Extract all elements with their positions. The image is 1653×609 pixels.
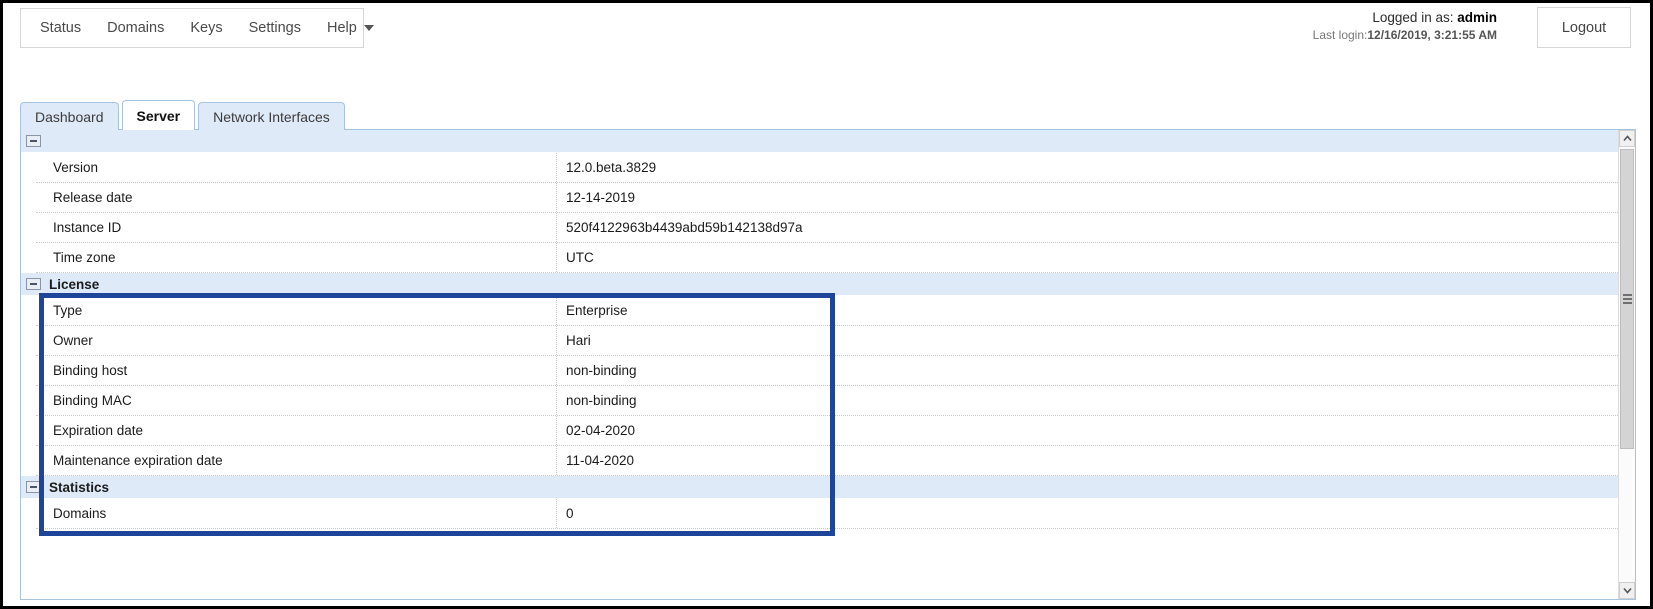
last-login-prefix: Last login: (1312, 28, 1368, 43)
logout-button[interactable]: Logout (1537, 7, 1631, 48)
tab-label: Network Interfaces (213, 108, 330, 125)
table-row[interactable]: Owner Hari (36, 326, 1618, 356)
table-row[interactable]: Release date 12-14-2019 (36, 183, 1618, 213)
menu-item-label: Settings (248, 20, 301, 36)
tab-label: Dashboard (35, 108, 104, 125)
group-title: Statistics (49, 479, 110, 495)
tab-label: Server (136, 107, 181, 124)
row-label: Time zone (36, 243, 557, 272)
row-label: Expiration date (36, 416, 557, 445)
table-row[interactable]: Domains 0 (36, 499, 1618, 529)
table-row[interactable]: Maintenance expiration date 11-04-2020 (36, 446, 1618, 476)
menu-item-help[interactable]: Help (314, 14, 387, 42)
row-value: UTC (566, 250, 594, 265)
table-row[interactable]: Type Enterprise (36, 296, 1618, 326)
minus-box-icon[interactable] (26, 135, 41, 147)
table-row[interactable]: Expiration date 02-04-2020 (36, 416, 1618, 446)
app-window: Status Domains Keys Settings Help Logged… (0, 0, 1653, 609)
menu-item-label: Status (40, 20, 82, 36)
vertical-scrollbar[interactable] (1618, 130, 1635, 599)
group-header-general[interactable] (21, 130, 1618, 153)
tab-network-interfaces[interactable]: Network Interfaces (198, 102, 345, 130)
row-label: Release date (36, 183, 557, 212)
tab-server[interactable]: Server (121, 100, 196, 130)
main-menu-bar: Status Domains Keys Settings Help (20, 8, 374, 48)
server-info-panel: Version 12.0.beta.3829 Release date 12-1… (20, 129, 1636, 600)
grip-lines-icon (1622, 292, 1632, 306)
row-label: Owner (36, 326, 557, 355)
menu-item-label: Domains (107, 20, 165, 36)
menu-item-status[interactable]: Status (27, 14, 94, 42)
scroll-up-button[interactable] (1619, 130, 1635, 147)
row-label: Binding MAC (36, 386, 557, 415)
tab-dashboard[interactable]: Dashboard (20, 102, 119, 130)
row-label: Instance ID (36, 213, 557, 242)
row-value: 520f4122963b4439abd59b142138d97a (566, 220, 803, 235)
menu-item-settings[interactable]: Settings (236, 14, 314, 42)
table-row[interactable]: Binding host non-binding (36, 356, 1618, 386)
row-label: Maintenance expiration date (36, 446, 557, 475)
row-value: 12.0.beta.3829 (566, 160, 657, 175)
chevron-up-icon (1622, 135, 1632, 142)
row-value: 12-14-2019 (566, 190, 636, 205)
row-value: 0 (566, 506, 574, 521)
row-value: 11-04-2020 (566, 453, 635, 468)
row-value: non-binding (566, 363, 637, 378)
property-grid: Version 12.0.beta.3829 Release date 12-1… (21, 130, 1618, 529)
menu-item-domains[interactable]: Domains (94, 14, 177, 42)
session-info: Logged in as: admin Last login:12/16/201… (1307, 9, 1497, 43)
row-value: non-binding (566, 393, 637, 408)
scrollbar-thumb[interactable] (1620, 149, 1634, 449)
group-title: License (49, 276, 100, 292)
row-label: Type (36, 296, 557, 325)
minus-box-icon[interactable] (26, 278, 41, 290)
minus-box-icon[interactable] (26, 481, 41, 493)
row-label: Domains (36, 499, 557, 528)
logged-in-prefix: Logged in as: (1372, 10, 1454, 25)
menu-item-keys[interactable]: Keys (177, 14, 235, 42)
row-value: Hari (566, 333, 591, 348)
row-label: Binding host (36, 356, 557, 385)
scrollbar-track[interactable] (1619, 147, 1635, 582)
table-row[interactable]: Instance ID 520f4122963b4439abd59b142138… (36, 213, 1618, 243)
group-header-license[interactable]: License (21, 273, 1618, 296)
row-value: 02-04-2020 (566, 423, 636, 438)
menu-item-label: Keys (190, 20, 223, 36)
logout-button-label: Logout (1561, 19, 1607, 36)
tab-bar: Dashboard Server Network Interfaces (20, 100, 1636, 130)
last-login-text: Last login:12/16/2019, 3:21:55 AM (1307, 27, 1497, 43)
username: admin (1457, 10, 1497, 25)
menu-item-label: Help (326, 20, 357, 36)
property-grid-viewport: Version 12.0.beta.3829 Release date 12-1… (21, 130, 1618, 599)
table-row[interactable]: Version 12.0.beta.3829 (36, 153, 1618, 183)
table-row[interactable]: Binding MAC non-binding (36, 386, 1618, 416)
last-login-value: 12/16/2019, 3:21:55 AM (1367, 28, 1497, 43)
table-row[interactable]: Time zone UTC (36, 243, 1618, 273)
scroll-down-button[interactable] (1619, 582, 1635, 599)
chevron-down-icon (363, 25, 374, 31)
row-value: Enterprise (566, 303, 628, 318)
logged-in-as-text: Logged in as: admin (1307, 9, 1497, 27)
group-header-statistics[interactable]: Statistics (21, 476, 1618, 499)
row-label: Version (36, 153, 557, 182)
chevron-down-icon (1622, 587, 1632, 594)
